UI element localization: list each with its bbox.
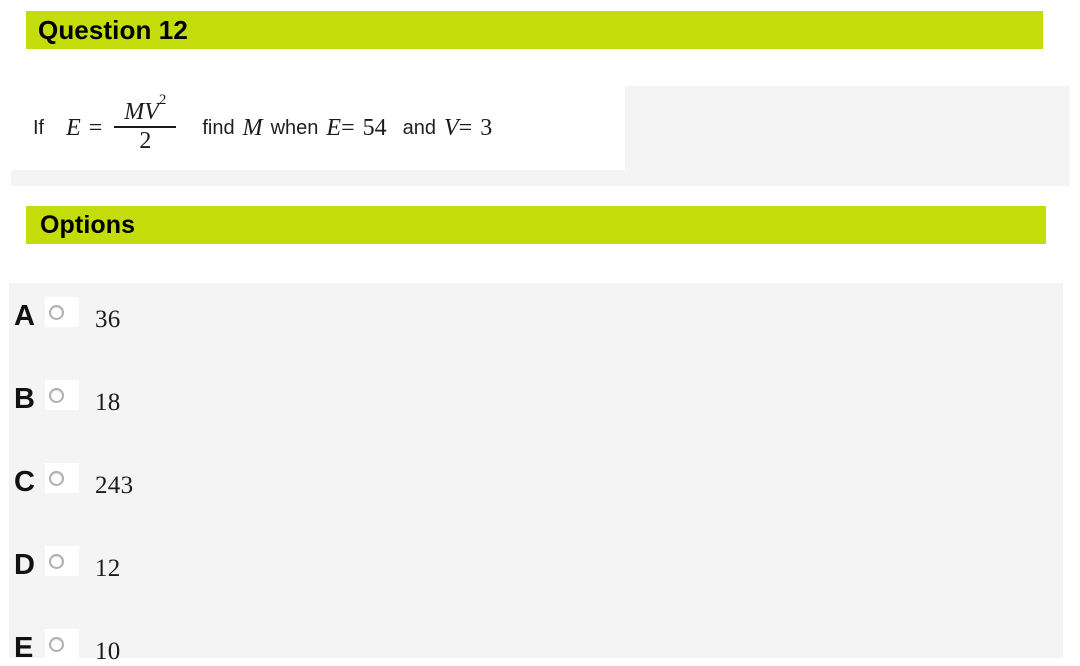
radio-button-icon-d[interactable] (49, 553, 64, 569)
question-body-panel: If E = MV2 2 find M when E = 54 and V = … (11, 86, 1070, 186)
options-list: A 36 B 18 C 243 D 12 E 10 (9, 283, 1063, 665)
option-row-b[interactable]: B 18 (9, 376, 1063, 422)
option-radio-cell-b[interactable] (45, 380, 79, 410)
options-header-label: Options (40, 210, 136, 239)
numerator-variable-v: V (144, 98, 159, 125)
radio-button-icon-e[interactable] (49, 636, 64, 652)
given-equals-v: = (458, 114, 473, 141)
quiz-page: Question 12 If E = MV2 2 find M when E =… (0, 0, 1080, 666)
question-text-card: If E = MV2 2 find M when E = 54 and V = … (11, 86, 625, 170)
option-letter-a: A (14, 299, 35, 332)
numerator-variable-m: M (124, 98, 145, 125)
option-row-e[interactable]: E 10 (9, 625, 1063, 666)
option-value-e: 10 (95, 638, 121, 665)
option-radio-cell-a[interactable] (45, 297, 79, 327)
option-radio-cell-d[interactable] (45, 546, 79, 576)
fraction-numerator: MV2 (118, 92, 172, 126)
question-unknown-variable: M (242, 114, 263, 141)
formula-lhs-variable: E (66, 114, 81, 141)
question-prefix-if: If (33, 116, 45, 139)
given-variable-e: E (326, 114, 342, 141)
given-value-v: 3 (480, 114, 493, 141)
radio-button-icon-b[interactable] (49, 387, 64, 403)
option-value-a: 36 (95, 306, 121, 333)
formula-equals-sign: = (88, 114, 103, 141)
given-value-e: 54 (362, 114, 387, 141)
given-equals-e: = (341, 114, 355, 141)
question-word-find: find (202, 116, 235, 139)
given-variable-v: V (444, 114, 459, 141)
option-letter-c: C (14, 465, 35, 498)
option-value-d: 12 (95, 555, 121, 582)
option-radio-cell-c[interactable] (45, 463, 79, 493)
numerator-exponent: 2 (158, 91, 167, 108)
question-header-bar: Question 12 (26, 11, 1043, 49)
radio-button-icon-c[interactable] (49, 470, 64, 486)
question-formula-line: If E = MV2 2 find M when E = 54 and V = … (33, 92, 493, 155)
question-word-when: when (270, 116, 319, 139)
options-header-bar: Options (26, 206, 1046, 244)
question-word-and: and (402, 116, 436, 139)
fraction-denominator: 2 (139, 128, 152, 154)
formula-fraction: MV2 2 (114, 92, 177, 154)
option-letter-b: B (14, 382, 35, 415)
option-letter-d: D (14, 548, 35, 581)
radio-button-icon-a[interactable] (49, 304, 64, 320)
option-row-c[interactable]: C 243 (9, 459, 1063, 505)
option-letter-e: E (14, 631, 34, 664)
option-row-a[interactable]: A 36 (9, 293, 1063, 339)
option-row-d[interactable]: D 12 (9, 542, 1063, 588)
option-radio-cell-e[interactable] (45, 629, 79, 659)
option-value-b: 18 (95, 389, 121, 416)
question-header-label: Question 12 (38, 15, 188, 45)
option-value-c: 243 (95, 472, 134, 499)
